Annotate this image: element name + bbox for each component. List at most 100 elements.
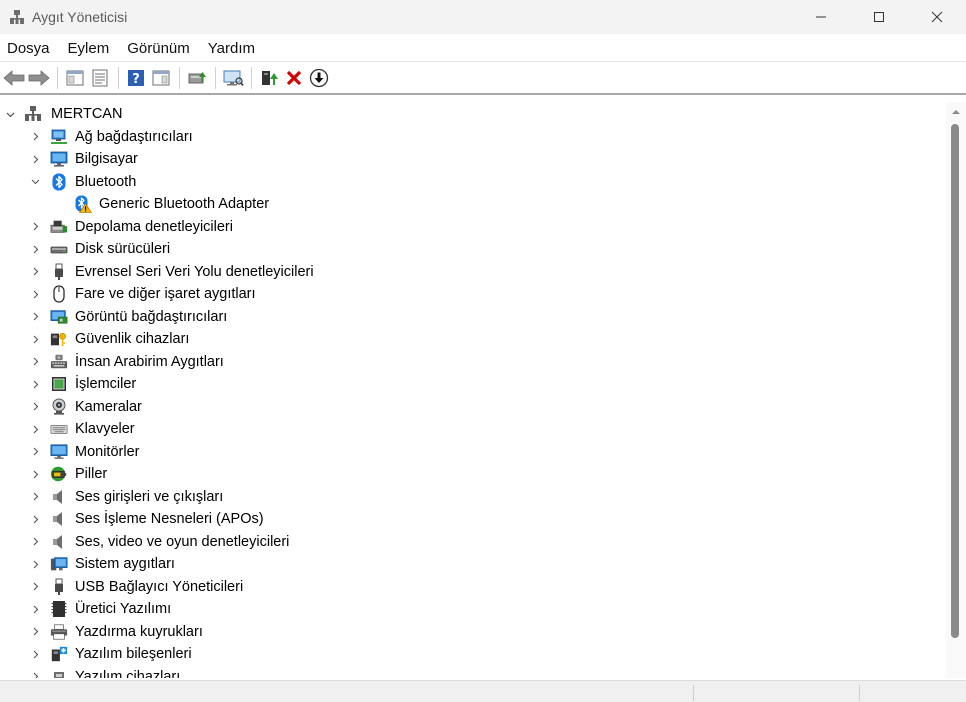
monitor-icon — [50, 443, 68, 461]
bluetooth-icon — [50, 173, 68, 191]
tree-item-label: Disk sürücüleri — [75, 241, 171, 257]
menu-view[interactable]: Görünüm — [118, 34, 199, 62]
tree-item-label: Yazılım cihazları — [75, 668, 181, 679]
title-bar: Aygıt Yöneticisi — [0, 0, 966, 34]
tree-item-label: Evrensel Seri Veri Yolu denetleyicileri — [75, 263, 314, 280]
software-device-icon — [50, 668, 68, 678]
expand-chevron-icon[interactable] — [30, 604, 40, 614]
tree-item-label: Ses, video ve oyun denetleyicileri — [75, 533, 290, 550]
computer-network-icon — [24, 105, 42, 123]
update-driver-icon[interactable] — [185, 66, 209, 90]
minimize-button[interactable] — [792, 0, 850, 34]
expand-chevron-icon[interactable] — [30, 244, 40, 254]
menu-bar: Dosya Eylem Görünüm Yardım — [0, 34, 966, 62]
tree-item-label: Yazdırma kuyrukları — [75, 623, 203, 640]
rollback-driver-icon[interactable] — [307, 66, 331, 90]
status-divider — [693, 685, 694, 701]
device-manager-icon — [8, 8, 26, 26]
storage-controller-icon — [50, 218, 68, 236]
tree-item-label: Ağ bağdaştırıcıları — [75, 128, 193, 145]
expand-chevron-icon[interactable] — [30, 154, 40, 164]
device-tree: MERTCAN Ağ bağdaştırıcıları Bilgisayar Blu… — [0, 102, 946, 678]
expand-chevron-icon[interactable] — [30, 582, 40, 592]
tree-item-label: İşlemciler — [75, 376, 137, 392]
tree-item-label: Sistem aygıtları — [75, 556, 175, 572]
toolbar-separator — [57, 67, 58, 89]
system-device-icon — [50, 555, 68, 573]
scrollbar-thumb[interactable] — [951, 124, 959, 638]
expand-chevron-icon[interactable] — [30, 514, 40, 524]
camera-icon — [50, 398, 68, 416]
expand-chevron-icon[interactable] — [30, 402, 40, 412]
enable-device-icon[interactable] — [257, 66, 281, 90]
hid-icon — [50, 353, 68, 371]
expand-chevron-icon[interactable] — [30, 289, 40, 299]
expand-chevron-icon[interactable] — [30, 492, 40, 502]
window-title: Aygıt Yöneticisi — [32, 9, 128, 25]
expand-chevron-icon[interactable] — [30, 469, 40, 479]
tree-item-label: USB Bağlayıcı Yöneticileri — [75, 578, 244, 595]
sound-video-icon — [50, 533, 68, 551]
scroll-up-arrow-icon[interactable] — [951, 108, 961, 116]
menu-file[interactable]: Dosya — [0, 34, 59, 62]
security-device-icon — [50, 330, 68, 348]
svg-text:?: ? — [132, 72, 140, 87]
expand-chevron-icon[interactable] — [30, 132, 40, 142]
disk-drive-icon — [50, 240, 68, 258]
expand-chevron-icon[interactable] — [30, 222, 40, 232]
tree-item-label: Ses girişleri ve çıkışları — [75, 488, 224, 505]
action-pane-icon[interactable] — [149, 66, 173, 90]
expand-chevron-icon[interactable] — [30, 334, 40, 344]
usb-connector-icon — [50, 578, 68, 596]
menu-help[interactable]: Yardım — [199, 34, 264, 62]
expand-chevron-icon[interactable] — [30, 379, 40, 389]
properties-icon[interactable] — [88, 66, 112, 90]
toolbar-separator — [251, 67, 252, 89]
tree-item-label: Güvenlik cihazları — [75, 331, 190, 347]
audio-processing-icon — [50, 510, 68, 528]
expand-chevron-icon[interactable] — [30, 537, 40, 547]
tree-item-label: Bilgisayar — [75, 151, 138, 167]
back-icon[interactable] — [2, 66, 26, 90]
expand-chevron-icon[interactable] — [30, 267, 40, 277]
keyboard-icon — [50, 420, 68, 438]
maximize-button[interactable] — [850, 0, 908, 34]
expand-chevron-icon[interactable] — [30, 649, 40, 659]
help-icon[interactable]: ? — [124, 66, 148, 90]
tree-item-label: İnsan Arabirim Aygıtları — [75, 353, 224, 370]
battery-icon — [50, 465, 68, 483]
toolbar-separator — [179, 67, 180, 89]
expand-chevron-icon[interactable] — [30, 424, 40, 434]
status-bar — [0, 680, 966, 702]
computer-icon — [50, 150, 68, 168]
tree-item-label: Kameralar — [75, 398, 142, 415]
processor-icon — [50, 375, 68, 393]
display-adapter-icon — [50, 308, 68, 326]
mouse-icon — [50, 285, 68, 303]
toolbar-separator — [215, 67, 216, 89]
software-component-icon — [50, 645, 68, 663]
usb-controller-icon — [50, 263, 68, 281]
close-button[interactable] — [908, 0, 966, 34]
firmware-icon — [50, 600, 68, 618]
scan-hardware-icon[interactable] — [221, 66, 245, 90]
menu-action[interactable]: Eylem — [59, 34, 119, 62]
expand-chevron-icon[interactable] — [30, 627, 40, 637]
collapse-chevron-icon[interactable] — [30, 177, 40, 187]
expand-chevron-icon[interactable] — [30, 447, 40, 457]
expand-chevron-icon[interactable] — [30, 559, 40, 569]
tree-item-label: Piller — [75, 466, 108, 482]
toolbar: ? — [0, 63, 966, 95]
forward-icon[interactable] — [27, 66, 51, 90]
print-queue-icon — [50, 623, 68, 641]
tree-item-label: Yazılım bileşenleri — [75, 646, 192, 662]
collapse-chevron-icon[interactable] — [5, 109, 15, 119]
uninstall-device-icon[interactable] — [282, 66, 306, 90]
expand-chevron-icon[interactable] — [30, 672, 40, 678]
expand-chevron-icon[interactable] — [30, 312, 40, 322]
audio-io-icon — [50, 488, 68, 506]
show-hide-console-tree-icon[interactable] — [63, 66, 87, 90]
vertical-scrollbar[interactable] — [946, 102, 966, 678]
expand-chevron-icon[interactable] — [30, 357, 40, 367]
tree-item-label: Klavyeler — [75, 421, 135, 437]
